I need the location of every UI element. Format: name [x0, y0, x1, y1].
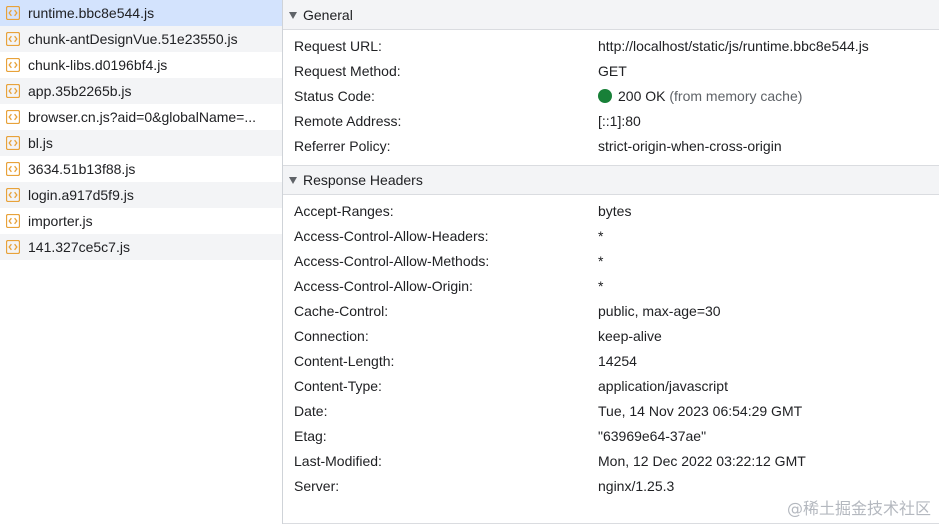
header-row: Request URL: http://localhost/static/js/… [283, 33, 939, 58]
js-file-icon [6, 188, 20, 202]
header-value: [::1]:80 [598, 112, 641, 129]
header-value: public, max-age=30 [598, 302, 721, 319]
header-key: Connection: [294, 327, 369, 344]
response-header-rows: Accept-Ranges: bytes Access-Control-Allo… [283, 195, 939, 505]
request-item[interactable]: app.35b2265b.js [0, 78, 282, 104]
request-item-label: 3634.51b13f88.js [28, 161, 136, 177]
header-key: Request Method: [294, 62, 401, 79]
header-row: Access-Control-Allow-Origin: * [283, 273, 939, 298]
header-value: GET [598, 62, 627, 79]
header-row: Request Method: GET [283, 58, 939, 83]
header-row: Last-Modified: Mon, 12 Dec 2022 03:22:12… [283, 448, 939, 473]
js-file-icon [6, 162, 20, 176]
request-item-label: chunk-antDesignVue.51e23550.js [28, 31, 238, 47]
header-row: Status Code: 200 OK (from memory cache) [283, 83, 939, 108]
header-row: Remote Address: [::1]:80 [283, 108, 939, 133]
js-file-icon [6, 32, 20, 46]
request-item-label: login.a917d5f9.js [28, 187, 134, 203]
header-key: Date: [294, 402, 328, 419]
request-item[interactable]: 3634.51b13f88.js [0, 156, 282, 182]
status-code-value: 200 OK (from memory cache) [598, 88, 802, 104]
request-item-label: browser.cn.js?aid=0&globalName=... [28, 109, 257, 125]
header-value: * [598, 227, 604, 244]
header-row: Accept-Ranges: bytes [283, 198, 939, 223]
header-key: Last-Modified: [294, 452, 382, 469]
header-row: Access-Control-Allow-Methods: * [283, 248, 939, 273]
request-item[interactable]: runtime.bbc8e544.js [0, 0, 282, 26]
header-key: Referrer Policy: [294, 137, 391, 154]
header-value: application/javascript [598, 377, 728, 394]
section-title: General [303, 6, 353, 23]
status-dot-icon [598, 88, 612, 103]
request-item-label: bl.js [28, 135, 53, 151]
request-item[interactable]: 141.327ce5c7.js [0, 234, 282, 260]
general-section-toggle[interactable]: General [283, 0, 939, 30]
request-item-label: runtime.bbc8e544.js [28, 5, 155, 21]
request-item[interactable]: importer.js [0, 208, 282, 234]
js-file-icon [6, 136, 20, 150]
header-key: Accept-Ranges: [294, 202, 394, 219]
header-row: Access-Control-Allow-Headers: * [283, 223, 939, 248]
header-key: Etag: [294, 427, 327, 444]
header-row: Date: Tue, 14 Nov 2023 06:54:29 GMT [283, 398, 939, 423]
status-code-text: 200 OK [618, 87, 666, 104]
header-value: nginx/1.25.3 [598, 477, 675, 494]
header-value: "63969e64-37ae" [598, 427, 707, 444]
header-value: Mon, 12 Dec 2022 03:22:12 GMT [598, 452, 806, 469]
header-key: Server: [294, 477, 340, 494]
request-item-label: 141.327ce5c7.js [28, 239, 130, 255]
js-file-icon [6, 58, 20, 72]
js-file-icon [6, 84, 20, 98]
headers-panel: General Request URL: http://localhost/st… [283, 0, 939, 524]
js-file-icon [6, 214, 20, 228]
header-key: Request URL: [294, 37, 382, 54]
header-key: Access-Control-Allow-Methods: [294, 252, 490, 269]
header-value: keep-alive [598, 327, 662, 344]
header-value: * [598, 252, 604, 269]
header-row: Content-Length: 14254 [283, 348, 939, 373]
js-file-icon [6, 110, 20, 124]
request-item-label: app.35b2265b.js [28, 83, 132, 99]
devtools-network-panel: runtime.bbc8e544.js chunk-antDesignVue.5… [0, 0, 939, 524]
response-headers-section-toggle[interactable]: Response Headers [283, 165, 939, 195]
header-value: Tue, 14 Nov 2023 06:54:29 GMT [598, 402, 803, 419]
section-title: Response Headers [303, 172, 423, 188]
status-code-cache: (from memory cache) [669, 87, 803, 104]
header-key: Content-Type: [294, 377, 382, 394]
request-item[interactable]: browser.cn.js?aid=0&globalName=... [0, 104, 282, 130]
header-row: Connection: keep-alive [283, 323, 939, 348]
general-rows: Request URL: http://localhost/static/js/… [283, 30, 939, 165]
header-value: 14254 [598, 352, 637, 369]
header-row: Referrer Policy: strict-origin-when-cros… [283, 133, 939, 158]
header-value: strict-origin-when-cross-origin [598, 137, 782, 154]
header-key: Access-Control-Allow-Origin: [294, 277, 473, 294]
header-row: Etag: "63969e64-37ae" [283, 423, 939, 448]
header-row: Content-Type: application/javascript [283, 373, 939, 398]
header-row: Server: nginx/1.25.3 [283, 473, 939, 498]
request-item[interactable]: bl.js [0, 130, 282, 156]
request-item-label: chunk-libs.d0196bf4.js [28, 57, 168, 73]
js-file-icon [6, 6, 20, 20]
request-item-label: importer.js [28, 213, 93, 229]
js-file-icon [6, 240, 20, 254]
header-key: Remote Address: [294, 112, 402, 129]
request-item[interactable]: chunk-libs.d0196bf4.js [0, 52, 282, 78]
triangle-down-icon [289, 11, 297, 19]
header-value: bytes [598, 202, 632, 219]
header-key: Cache-Control: [294, 302, 389, 319]
triangle-down-icon [289, 177, 297, 184]
header-key: Status Code: [294, 87, 375, 104]
header-value: http://localhost/static/js/runtime.bbc8e… [598, 37, 869, 54]
request-list: runtime.bbc8e544.js chunk-antDesignVue.5… [0, 0, 283, 524]
request-item[interactable]: chunk-antDesignVue.51e23550.js [0, 26, 282, 52]
header-key: Access-Control-Allow-Headers: [294, 227, 489, 244]
header-value: * [598, 277, 604, 294]
request-item[interactable]: login.a917d5f9.js [0, 182, 282, 208]
header-row: Cache-Control: public, max-age=30 [283, 298, 939, 323]
header-key: Content-Length: [294, 352, 395, 369]
